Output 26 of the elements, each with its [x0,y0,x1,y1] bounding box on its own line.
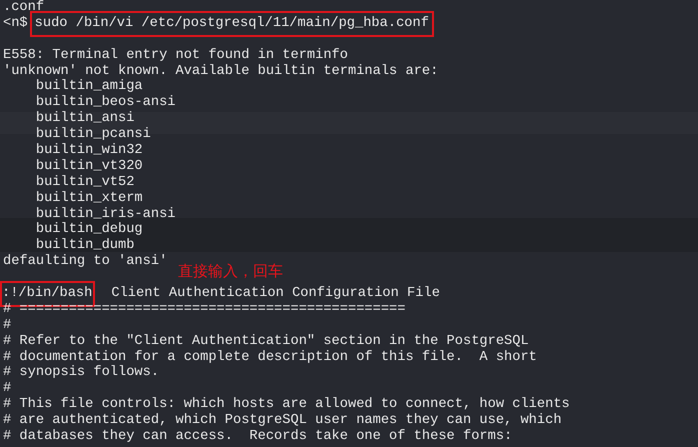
terminal-line: builtin_amiga [34,79,143,95]
terminal-line: builtin_win32 [34,143,143,159]
terminal-line: # synopsis follows. [3,365,160,382]
terminal-line: builtin_vt52 [34,174,134,191]
terminal-line: # This file controls: which hosts are allowed to connect, how clients [3,397,570,413]
terminal-line: # Refer to the "Client Authentication" section in the PostgreSQL [3,334,529,350]
terminal-line: # [3,381,12,398]
terminal-line: E558: Terminal entry not found in terminfo [3,48,348,64]
terminal-line: builtin_iris-ansi [34,206,176,222]
terminal-line: # are authenticated, which PostgreSQL user names they can use, which [3,413,562,429]
terminal-line: 'unknown' not known. Available builtin terminals are: [3,64,438,79]
shell-command: sudo /bin/vi /etc/postgresql/11/main/pg_hba.conf [30,10,434,37]
terminal-line: builtin_debug [34,222,143,238]
terminal-line: builtin_xterm [34,190,143,207]
terminal-line: # databases they can access. Records take one of these forms: [3,429,512,445]
terminal-line: Client Authentication Configuration File [111,286,440,302]
terminal-line: defaulting to 'ansi' [3,254,168,270]
terminal-line: builtin_beos-ansi [34,95,176,111]
terminal-line: # documentation for a complete description of this file. A short [3,350,537,365]
shell-prompt: <n$ [3,16,28,32]
terminal-line: # [3,318,12,334]
annotation-text: 直接输入，回车 [178,262,283,282]
terminal-line: builtin_pcansi [34,127,151,143]
terminal-line: builtin_dumb [34,238,134,254]
terminal-line: builtin_vt320 [34,158,143,175]
terminal-line: builtin_ansi [34,111,134,127]
